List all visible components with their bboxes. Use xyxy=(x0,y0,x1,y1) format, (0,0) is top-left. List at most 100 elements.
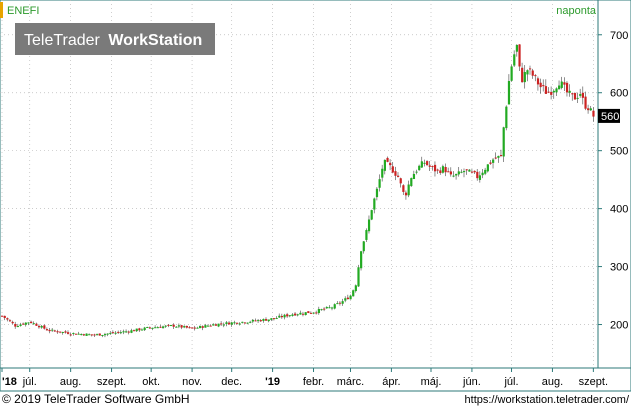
candle-body xyxy=(455,174,458,176)
candle-body xyxy=(109,332,112,334)
candle-body xyxy=(162,326,165,329)
candle-body xyxy=(148,327,152,329)
candle-body xyxy=(386,157,389,162)
candle-body xyxy=(188,327,191,329)
candle-body xyxy=(212,324,215,326)
candle-body xyxy=(88,334,91,336)
candle-body xyxy=(589,108,592,111)
y-tick-label: 300 xyxy=(610,262,628,274)
candle-body xyxy=(542,85,545,87)
candle-body xyxy=(167,324,170,326)
candle-body xyxy=(399,178,402,184)
candle-body xyxy=(14,323,17,327)
candle-body xyxy=(410,178,413,187)
candle-body xyxy=(130,330,133,333)
x-tick-label: aug. xyxy=(60,376,81,388)
candle-body xyxy=(235,322,239,324)
candle-body xyxy=(584,96,587,109)
candle-body xyxy=(331,307,334,309)
candle-body xyxy=(164,325,167,327)
candle-body xyxy=(111,332,115,334)
candle-body xyxy=(296,314,299,316)
source-url: https://workstation.teletrader.com/ xyxy=(465,394,630,406)
candle-body xyxy=(360,251,363,269)
candle-body xyxy=(299,312,302,315)
candle-body xyxy=(177,325,181,327)
candle-body xyxy=(77,333,80,335)
candle-body xyxy=(6,318,9,320)
candle-body xyxy=(336,303,339,305)
x-tick-label: nov. xyxy=(182,376,202,388)
candle-body xyxy=(452,175,455,177)
candle-body xyxy=(191,327,194,329)
candle-body xyxy=(558,85,561,90)
candle-body xyxy=(27,322,30,324)
candle-body xyxy=(352,290,355,297)
x-tick-label: szept. xyxy=(97,376,126,388)
candle-body xyxy=(272,318,276,320)
candle-body xyxy=(53,330,56,332)
candle-body xyxy=(518,44,521,67)
candle-body xyxy=(122,331,125,333)
candle-body xyxy=(204,325,207,328)
watermark-brand: TeleTrader xyxy=(24,32,101,49)
candle-body xyxy=(571,93,574,95)
candle-body xyxy=(82,334,86,336)
chart-title: ENEFI xyxy=(7,5,39,17)
candle-body xyxy=(555,88,558,93)
candle-body xyxy=(420,161,423,168)
chart-root: 200 300 400 500 600 700 '18 júl. aug. szept. okt.… xyxy=(0,0,631,408)
candle-body xyxy=(489,162,492,164)
candle-body xyxy=(563,82,566,85)
x-tick-label: dec. xyxy=(221,376,242,388)
candle-body xyxy=(367,219,371,232)
candle-body xyxy=(103,334,107,336)
candle-body xyxy=(1,315,4,317)
candle-body xyxy=(338,302,342,304)
candle-body xyxy=(199,325,202,328)
candle-body xyxy=(523,72,526,83)
candle-body xyxy=(397,175,400,177)
candle-body xyxy=(254,320,257,322)
candle-body xyxy=(560,81,563,88)
candle-body xyxy=(241,321,244,323)
candle-body xyxy=(222,324,225,326)
candle-body xyxy=(418,165,421,171)
candle-body xyxy=(183,326,186,328)
copyright-text: © 2019 TeleTrader Software GmbH xyxy=(2,392,190,406)
candle-body xyxy=(312,312,315,314)
candle-body xyxy=(315,312,318,314)
x-tick-label: aug. xyxy=(542,376,563,388)
candle-body xyxy=(146,326,149,328)
candle-body xyxy=(209,325,212,327)
candle-body xyxy=(415,171,418,173)
candle-body xyxy=(513,54,516,66)
candle-body xyxy=(265,319,268,321)
candle-body xyxy=(69,334,72,336)
candle-body xyxy=(267,319,270,322)
candle-body xyxy=(106,333,109,335)
x-tick-label: jún. xyxy=(462,376,481,388)
candle-body xyxy=(196,327,199,329)
candle-body xyxy=(257,320,260,322)
candle-body xyxy=(431,166,434,168)
watermark: TeleTrader WorkStation xyxy=(24,32,202,49)
candle-body xyxy=(180,325,183,328)
candle-body xyxy=(463,171,466,173)
x-tick-label: ápr. xyxy=(382,376,400,388)
title-marker xyxy=(0,2,3,18)
candle-body xyxy=(206,325,210,327)
candle-body xyxy=(278,315,281,318)
candle-body xyxy=(85,333,88,336)
candle-body xyxy=(309,312,313,314)
candle-body xyxy=(581,92,584,98)
candle-body xyxy=(220,323,223,325)
candle-body xyxy=(22,323,25,325)
candle-body xyxy=(301,313,305,315)
candle-body xyxy=(568,90,571,93)
candle-body xyxy=(407,184,410,196)
candle-body xyxy=(19,324,22,326)
candle-body xyxy=(233,322,236,324)
candle-body xyxy=(349,295,352,300)
candle-body xyxy=(61,331,64,333)
